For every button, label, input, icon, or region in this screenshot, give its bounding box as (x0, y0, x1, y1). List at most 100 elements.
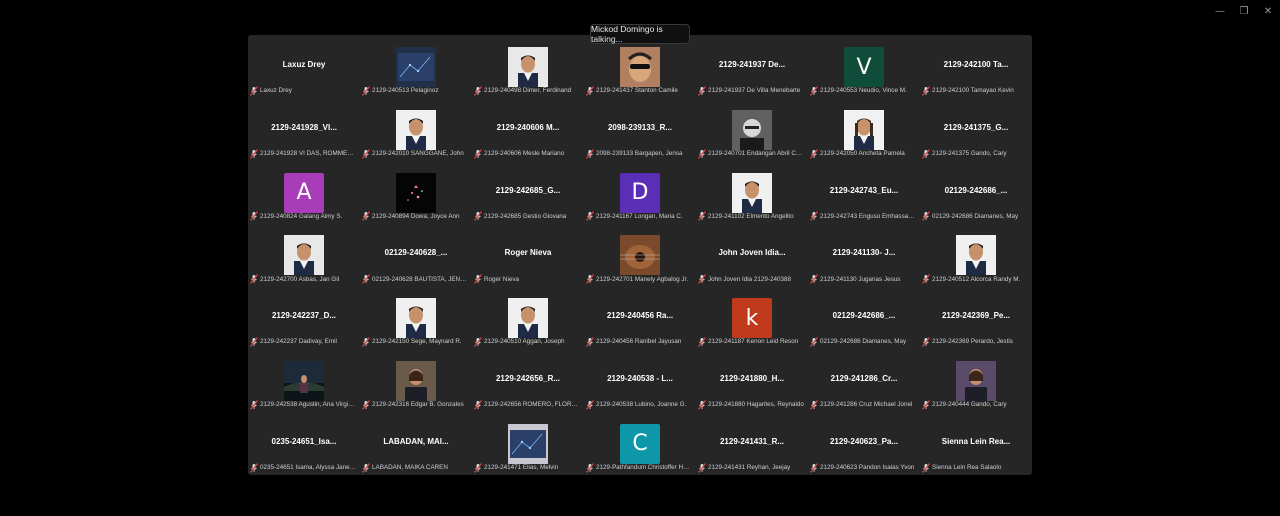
participant-tile[interactable]: 2129-241286_Cr... 2129-241286 Cruz Michae… (808, 349, 920, 412)
participant-display-name: 2129-242685_G... (495, 185, 561, 195)
participant-tile[interactable]: John Joven Idia... John Joven Idia 2129-2… (696, 223, 808, 286)
participant-name-bar: 2129-240510 Aggari, Joseph (474, 337, 580, 347)
participant-display-name: 2129-241880_H... (719, 374, 785, 383)
participant-tile[interactable]: 2129-240538 - L... 2129-240538 Lubino, Jo… (584, 349, 696, 412)
participant-tile[interactable]: 2129-242010 SANGGANE, John (360, 98, 472, 161)
close-button[interactable]: ✕ (1256, 0, 1280, 22)
muted-mic-icon (698, 462, 706, 473)
participant-tile[interactable]: 2129-242701 Manely Agbalog Jr. (584, 223, 696, 286)
muted-mic-icon (810, 399, 818, 410)
restore-button[interactable]: ❐ (1232, 0, 1256, 22)
muted-mic-icon (362, 211, 370, 222)
portrait-photo (956, 235, 996, 276)
participant-tile[interactable]: 2129-242685_G... 2129-242685 Gestio Giova… (472, 161, 584, 224)
participant-tile[interactable]: 02129-242686_... 02129-242686 Diamanes, M… (920, 161, 1032, 224)
participant-tile[interactable]: 02129-242686_... 02129-242686 Diamanes, M… (808, 286, 920, 349)
participant-display-name: 2129-242237_D... (271, 311, 337, 321)
participant-tile[interactable]: 2129-241471 Elias, Melvin (472, 412, 584, 475)
participant-tile[interactable]: 2129-241880_H... 2129-241880 Hagarites, R… (696, 349, 808, 412)
participant-tile[interactable]: 0235-24651_Isa... 0235-24651 Isama, Alyss… (248, 412, 360, 475)
participant-tile[interactable]: 2129-242538 Agustin, Ana Virginia (248, 349, 360, 412)
muted-mic-icon (586, 399, 594, 410)
muted-mic-icon (250, 337, 258, 347)
participant-tile[interactable]: 2129-240498 Dimer, Ferdinand (472, 35, 584, 98)
participant-tile[interactable]: Laxuz Drey Laxuz Drey (248, 35, 360, 98)
participant-name-bar: 2129-242743 Enguso Emhassador (810, 211, 916, 222)
participant-name-label: 2129-240553 Neudio, Vince M. (820, 87, 907, 95)
participant-tile[interactable]: 2129-240456 Ra... 2129-240456 Ranibel Jay… (584, 286, 696, 349)
participant-tile[interactable]: 2129-240606 M... 2129-240606 Mesle Marian… (472, 98, 584, 161)
participant-name-label: 2129-240456 Ranibel Jayusan (596, 338, 682, 346)
participant-tile[interactable]: 2129-241937 De... 2129-241937 De Villa Me… (696, 35, 808, 98)
participant-tile[interactable]: 2129-241102 Elmento Angelito (696, 161, 808, 224)
muted-mic-icon (586, 148, 594, 159)
participant-name-bar: 2129-241937 De Villa Menebarte (698, 85, 804, 96)
hello-kitty-photo (396, 172, 436, 213)
participant-tile[interactable]: 2129-242743_Eu... 2129-242743 Enguso Emha… (808, 161, 920, 224)
woman-photo (844, 109, 884, 150)
participant-tile[interactable]: Roger Nieva Roger Nieva (472, 223, 584, 286)
participant-name-label: Laxuz Drey (260, 87, 292, 95)
participant-tile[interactable]: 2129-242100 Ta... 2129-242100 Tamayao Kev… (920, 35, 1032, 98)
participant-name-label: Roger Nieva (484, 275, 519, 283)
participant-tile[interactable]: 2129-240623_Pa... 2129-240623 Pandon Isai… (808, 412, 920, 475)
participant-tile[interactable]: 2129-240510 Aggari, Joseph (472, 286, 584, 349)
participant-gallery: Laxuz Drey Laxuz Drey 2129-240513 Pelagino… (248, 35, 1032, 475)
participant-name-bar: 2129-242100 Tamayao Kevin (922, 85, 1028, 96)
participant-name-bar: 2129-240623 Pandon Isaias Yvon (810, 462, 916, 473)
participant-tile[interactable]: 2129-240444 Gando, Cary (920, 349, 1032, 412)
participant-tile[interactable]: 2129-241130- J... 2129-241130 Juganas Jes… (808, 223, 920, 286)
participant-name-label: 2129-240623 Pandon Isaias Yvon (820, 464, 915, 472)
muted-mic-icon (474, 399, 482, 410)
participant-name-bar: 02129-240628 BAUTISTA, JENINA (362, 274, 468, 285)
muted-mic-icon (586, 462, 594, 473)
participant-tile[interactable]: 2129-242316 Edgar B. Gonzales (360, 349, 472, 412)
participant-name-bar: 2129-241167 Longan, Maria C. (586, 211, 692, 222)
minimize-button[interactable]: — (1208, 0, 1232, 22)
participant-name-label: 2129-241928 VI DAS, ROMMEL G. (260, 150, 356, 158)
participant-name-bar: 2129-242369 Perardo, Jestis (922, 337, 1028, 347)
participant-tile[interactable]: 2129-242237_D... 2129-242237 Dadivay, Emi… (248, 286, 360, 349)
participant-tile[interactable]: 2129-242369_Pe... 2129-242369 Perardo, Je… (920, 286, 1032, 349)
participant-tile[interactable]: 02129-240628_... 02129-240628 BAUTISTA, J… (360, 223, 472, 286)
guitar-photo (620, 235, 660, 276)
participant-display-name: 2129-241375_G... (943, 122, 1009, 132)
participant-name-label: 2129-242369 Perardo, Jestis (932, 338, 1013, 346)
participant-avatar: A (284, 172, 324, 213)
participant-name-label: 2129-240894 Dowa, Joyce Ann (372, 212, 460, 220)
participant-name-bar: 2129-241286 Cruz Michael Jonel (810, 399, 916, 410)
participant-name-bar: 2129-240498 Dimer, Ferdinand (474, 85, 580, 96)
muted-mic-icon (250, 399, 258, 410)
participant-name-bar: 2129-240513 Pelaginoz (362, 85, 468, 96)
participant-tile[interactable]: V 2129-240553 Neudio, Vince M. (808, 35, 920, 98)
muted-mic-icon (922, 211, 930, 222)
participant-tile[interactable]: k 2129-241187 Kenon Leid Reson (696, 286, 808, 349)
participant-tile[interactable]: 2129-242050 Ancheta Pamela (808, 98, 920, 161)
participant-tile[interactable]: Sienna Lein Rea... Sienna Lein Rea Salaol… (920, 412, 1032, 475)
participant-tile[interactable]: 2129-240513 Pelaginoz (360, 35, 472, 98)
participant-name-bar: 2129-240824 Galang Aimy S. (250, 211, 356, 222)
participant-tile[interactable]: 2129-241437 Stanton Camile (584, 35, 696, 98)
participant-tile[interactable]: A 2129-240824 Galang Aimy S. (248, 161, 360, 224)
participant-name-label: 2129-241167 Longan, Maria C. (596, 212, 683, 220)
participant-tile[interactable]: 2129-240894 Dowa, Joyce Ann (360, 161, 472, 224)
participant-tile[interactable]: 2129-240701 Endangan Abril Cruz (696, 98, 808, 161)
muted-mic-icon (810, 462, 818, 473)
participant-tile[interactable]: 2129-240512 Alcorca Randy M. (920, 223, 1032, 286)
participant-name-bar: 2129-241880 Hagarites, Reynaldo (698, 399, 804, 410)
muted-mic-icon (922, 85, 930, 96)
participant-tile[interactable]: C 2129-Pathfandum Christoffer Henry (584, 412, 696, 475)
participant-tile[interactable]: 2129-241928_VI... 2129-241928 VI DAS, ROM… (248, 98, 360, 161)
muted-mic-icon (250, 462, 258, 473)
participant-tile[interactable]: LABADAN, MAI... LABADAN, MAIKA CAREN (360, 412, 472, 475)
participant-name-bar: Sienna Lein Rea Salaolo (922, 462, 1028, 473)
participant-tile[interactable]: 2129-241375_G... 2129-241375 Gando, Cary (920, 98, 1032, 161)
participant-tile[interactable]: D 2129-241167 Longan, Maria C. (584, 161, 696, 224)
participant-tile[interactable]: 2129-242656_R... 2129-242656 ROMERO, FLOR… (472, 349, 584, 412)
participant-tile[interactable]: 2129-242150 Sege, Maynard R. (360, 286, 472, 349)
participant-tile[interactable]: 2098-239133_R... 2098-239133 Bargapen, Je… (584, 98, 696, 161)
participant-tile[interactable]: 2129-242700 Asbas, Jan Gil (248, 223, 360, 286)
participant-tile[interactable]: 2129-241431_R... 2129-241431 Reyhan, Jeej… (696, 412, 808, 475)
participant-avatar: k (732, 298, 772, 339)
participant-name-label: 2129-242685 Gestio Giovana (484, 212, 567, 220)
